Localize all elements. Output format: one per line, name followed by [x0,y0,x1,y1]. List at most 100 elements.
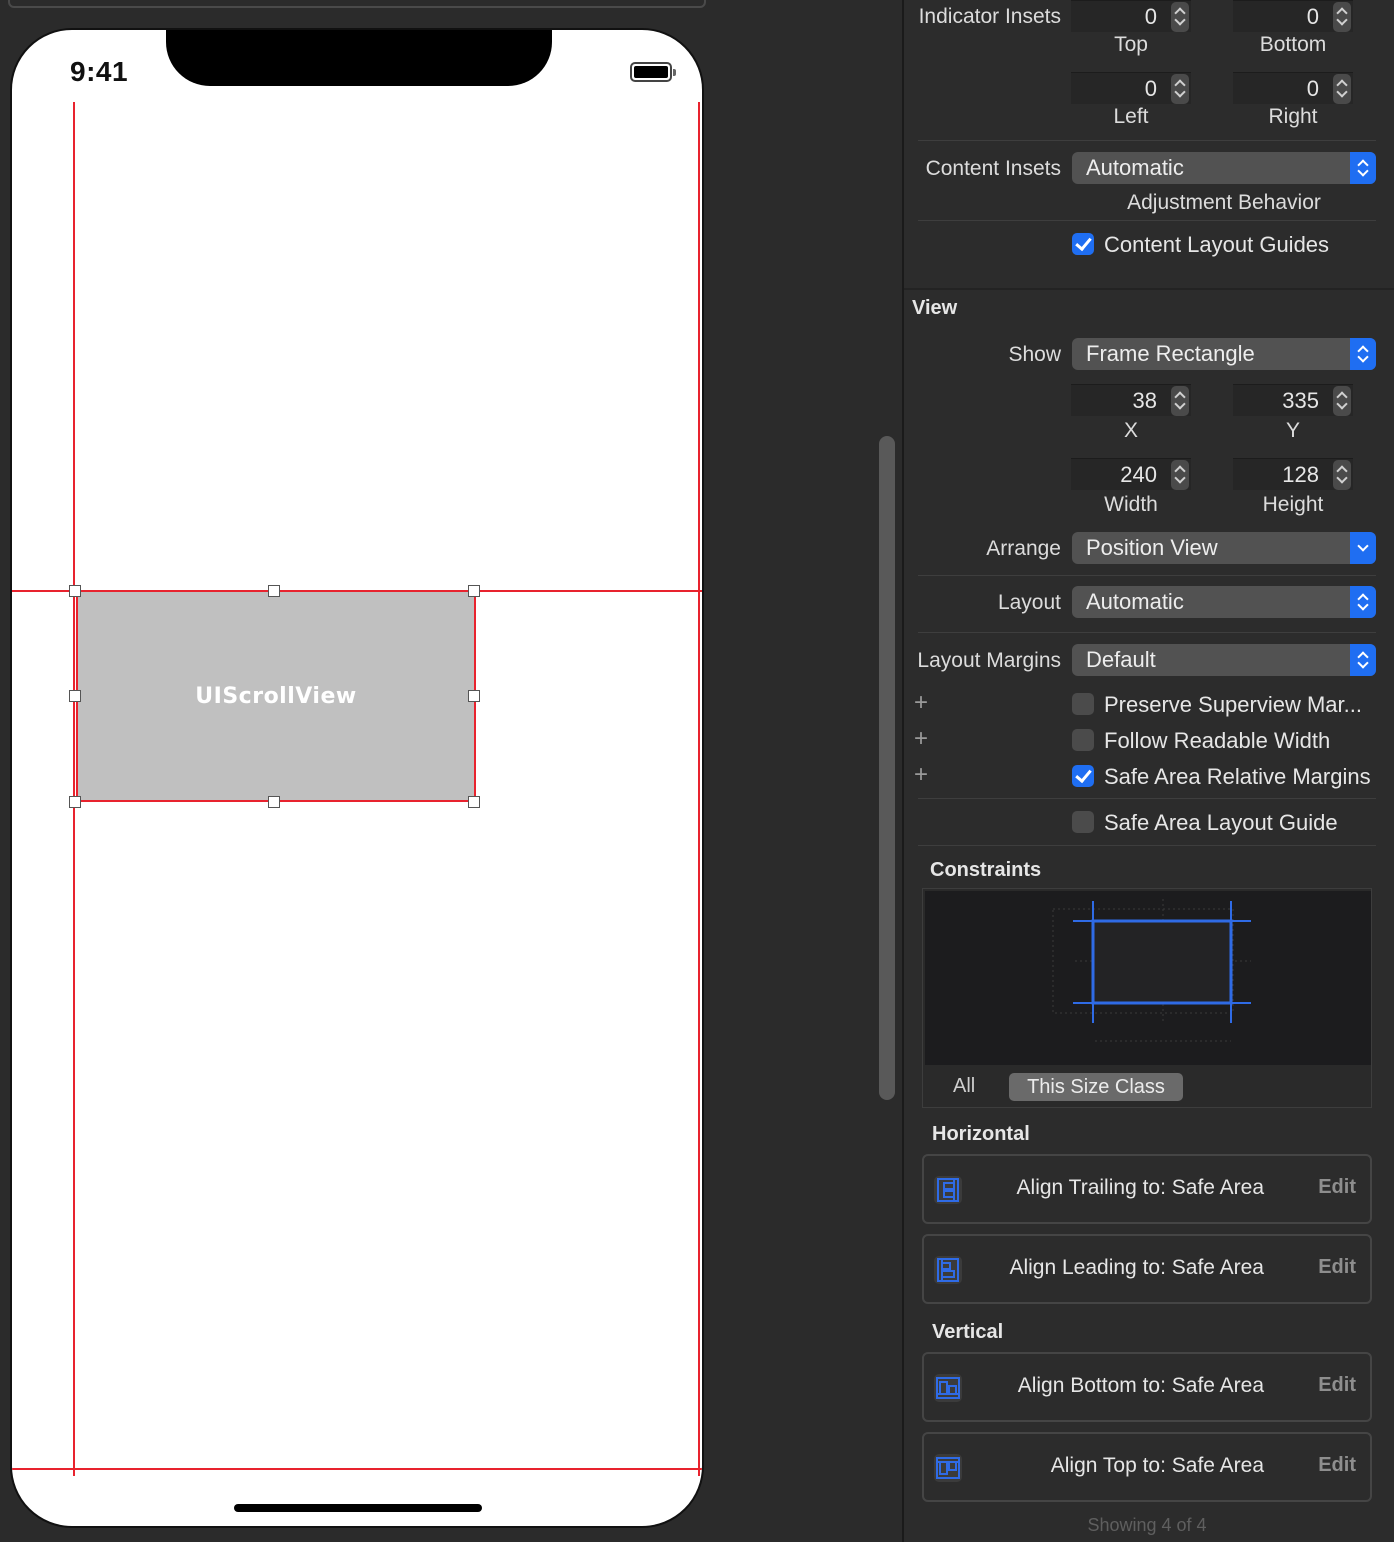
canvas-scrollbar[interactable] [879,436,895,1100]
content-insets-label: Content Insets [925,157,1061,180]
frame-height-label: Height [1262,493,1324,516]
arrange-popup[interactable]: Position View [1072,532,1376,564]
plus-icon[interactable]: + [914,727,928,751]
indicator-insets-label: Indicator Insets [918,5,1061,28]
device-notch [166,30,552,86]
storyboard-canvas[interactable]: 9:41 UIScrollView [0,0,872,1542]
view-section-title: View [912,297,958,319]
separator [918,632,1376,633]
indicator-inset-top-stepper[interactable] [1171,2,1189,32]
content-layout-guides-label: Content Layout Guides [1104,232,1330,257]
constraints-panel: All This Size Class [922,888,1372,1108]
uiscrollview-element[interactable]: UIScrollView [76,590,476,802]
frame-width-stepper[interactable] [1171,460,1189,490]
separator [918,845,1376,846]
layout-popup[interactable]: Automatic [1072,586,1376,618]
safe-area-relative-margins-label: Safe Area Relative Margins [1104,764,1371,789]
section-divider [904,288,1394,290]
arrange-value: Position View [1086,535,1218,560]
indicator-inset-top-value: 0 [1144,4,1157,29]
indicator-inset-right-value: 0 [1306,76,1319,101]
home-indicator [234,1504,482,1512]
plus-icon[interactable]: + [914,763,928,787]
frame-x-stepper[interactable] [1171,386,1189,416]
content-layout-guides-checkbox[interactable] [1072,233,1094,255]
preserve-superview-margins-checkbox[interactable] [1072,693,1094,715]
constraint-row[interactable]: Align Trailing to: Safe Area Edit [922,1154,1372,1224]
edit-constraint-button[interactable]: Edit [1318,1374,1356,1397]
constraint-text: Align Trailing to: Safe Area [1016,1176,1264,1199]
content-insets-popup[interactable]: Automatic [1072,152,1376,184]
indicator-inset-bottom-value: 0 [1306,4,1319,29]
arrange-label: Arrange [986,537,1061,560]
constraint-row[interactable]: Align Bottom to: Safe Area Edit [922,1352,1372,1422]
constraints-count-footer: Showing 4 of 4 [1087,1515,1207,1535]
indicator-inset-left-label: Left [1113,105,1149,128]
constraint-row[interactable]: Align Top to: Safe Area Edit [922,1432,1372,1502]
constraint-visualization-icon [1052,899,1251,1042]
safe-area-relative-margins-checkbox[interactable] [1072,765,1094,787]
battery-icon [630,62,676,82]
constraint-row[interactable]: Align Leading to: Safe Area Edit [922,1234,1372,1304]
frame-height-stepper[interactable] [1333,460,1351,490]
indicator-inset-right-stepper[interactable] [1333,74,1351,104]
indicator-inset-top-field[interactable]: 0 [1071,0,1191,32]
frame-x-value: 38 [1132,388,1157,413]
size-class-all-tab[interactable]: All [953,1075,975,1098]
show-popup[interactable]: Frame Rectangle [1072,338,1376,370]
edit-constraint-button[interactable]: Edit [1318,1176,1356,1199]
frame-y-value: 335 [1282,388,1319,413]
show-value: Frame Rectangle [1086,341,1255,366]
resize-handle-bottom-left[interactable] [69,796,81,808]
attributes-inspector: Indicator Insets 0 0 Top Bottom 0 0 Left… [904,0,1394,1542]
separator [918,575,1376,576]
resize-handle-bottom-right[interactable] [468,796,480,808]
indicator-inset-left-value: 0 [1144,76,1157,101]
indicator-inset-bottom-field[interactable]: 0 [1233,0,1353,32]
edit-constraint-button[interactable]: Edit [1318,1256,1356,1279]
iphone-device-frame[interactable]: 9:41 UIScrollView [10,28,704,1528]
safe-area-layout-guide-checkbox[interactable] [1072,811,1094,833]
frame-y-field[interactable]: 335 [1233,384,1353,416]
layout-value: Automatic [1086,589,1184,614]
frame-width-value: 240 [1120,462,1157,487]
indicator-inset-bottom-stepper[interactable] [1333,2,1351,32]
plus-icon[interactable]: + [914,691,928,715]
layout-margins-popup[interactable]: Default [1072,644,1376,676]
follow-readable-width-checkbox[interactable] [1072,729,1094,751]
resize-handle-middle-right[interactable] [468,690,480,702]
frame-y-stepper[interactable] [1333,386,1351,416]
indicator-inset-left-stepper[interactable] [1171,74,1189,104]
edit-constraint-button[interactable]: Edit [1318,1454,1356,1477]
separator [918,798,1376,799]
popup-arrows-icon [1350,152,1376,184]
vertical-section-title: Vertical [932,1321,1004,1343]
indicator-inset-right-field[interactable]: 0 [1233,72,1353,104]
align-top-icon [934,1454,962,1482]
separator [918,220,1376,221]
chevron-down-icon [1350,532,1376,564]
frame-x-label: X [1123,419,1138,442]
frame-x-field[interactable]: 38 [1071,384,1191,416]
resize-handle-top-center[interactable] [268,585,280,597]
indicator-inset-left-field[interactable]: 0 [1071,72,1191,104]
size-class-this-tab[interactable]: This Size Class [1009,1073,1183,1101]
layout-margins-label: Layout Margins [917,649,1061,672]
resize-handle-middle-left[interactable] [69,690,81,702]
frame-height-value: 128 [1282,462,1319,487]
resize-handle-top-right[interactable] [468,585,480,597]
resize-handle-top-left[interactable] [69,585,81,597]
resize-handle-bottom-center[interactable] [268,796,280,808]
frame-width-field[interactable]: 240 [1071,458,1191,490]
constraints-section-title: Constraints [930,859,1042,881]
align-trailing-icon [934,1176,962,1204]
adjustment-behavior-label: Adjustment Behavior [1127,191,1321,214]
content-insets-value: Automatic [1086,155,1184,180]
frame-width-label: Width [1104,493,1158,516]
preserve-superview-margins-label: Preserve Superview Mar... [1104,692,1362,717]
popup-arrows-icon [1350,644,1376,676]
frame-height-field[interactable]: 128 [1233,458,1353,490]
safe-area-layout-guide-label: Safe Area Layout Guide [1104,810,1338,835]
guide-line-horizontal-bottom [12,1468,702,1470]
align-bottom-icon [934,1374,962,1402]
